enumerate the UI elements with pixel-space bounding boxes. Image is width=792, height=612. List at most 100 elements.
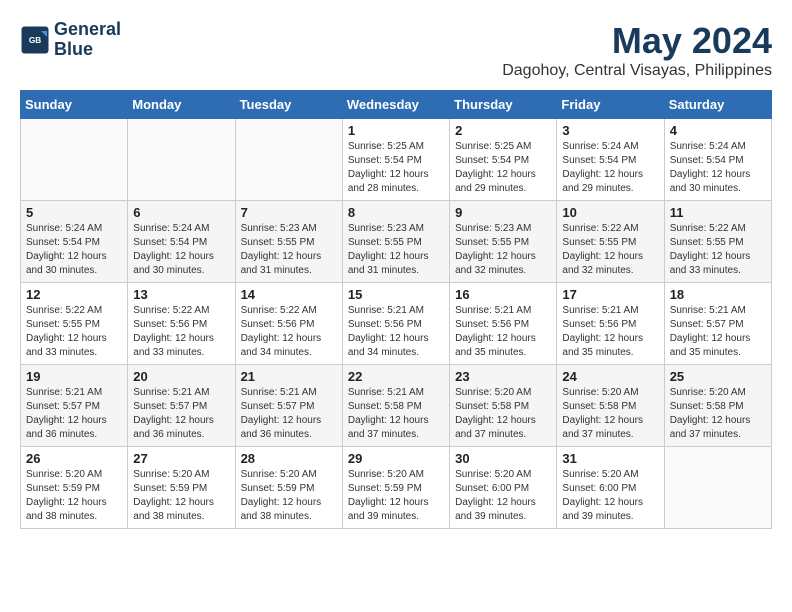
day-info: Sunrise: 5:21 AM Sunset: 5:56 PM Dayligh…: [348, 304, 444, 360]
weekday-header: Thursday: [450, 91, 557, 119]
calendar-day-cell: 7 Sunrise: 5:23 AM Sunset: 5:55 PM Daylig…: [235, 201, 342, 283]
day-number: 7: [241, 205, 337, 220]
day-number: 18: [670, 287, 766, 302]
calendar-day-cell: 21 Sunrise: 5:21 AM Sunset: 5:57 PM Dayli…: [235, 365, 342, 447]
day-number: 21: [241, 369, 337, 384]
month-title: May 2024: [502, 20, 772, 62]
calendar-day-cell: 25 Sunrise: 5:20 AM Sunset: 5:58 PM Dayli…: [664, 365, 771, 447]
day-number: 6: [133, 205, 229, 220]
logo-icon: GB: [20, 25, 50, 55]
calendar-day-cell: 20 Sunrise: 5:21 AM Sunset: 5:57 PM Dayli…: [128, 365, 235, 447]
calendar-day-cell: 4 Sunrise: 5:24 AM Sunset: 5:54 PM Daylig…: [664, 119, 771, 201]
calendar-day-cell: 10Sunrise: 5:22 AM Sunset: 5:55 PM Dayli…: [557, 201, 664, 283]
day-number: 11: [670, 205, 766, 220]
calendar-day-cell: 27 Sunrise: 5:20 AM Sunset: 5:59 PM Dayli…: [128, 447, 235, 529]
day-number: 2: [455, 123, 551, 138]
day-info: Sunrise: 5:24 AM Sunset: 5:54 PM Dayligh…: [562, 140, 658, 196]
day-number: 3: [562, 123, 658, 138]
calendar-day-cell: 26 Sunrise: 5:20 AM Sunset: 5:59 PM Dayli…: [21, 447, 128, 529]
calendar-day-cell: 3 Sunrise: 5:24 AM Sunset: 5:54 PM Daylig…: [557, 119, 664, 201]
calendar-week-row: 26 Sunrise: 5:20 AM Sunset: 5:59 PM Dayli…: [21, 447, 772, 529]
day-number: 19: [26, 369, 122, 384]
day-number: 31: [562, 451, 658, 466]
day-info: Sunrise: 5:25 AM Sunset: 5:54 PM Dayligh…: [348, 140, 444, 196]
weekday-row: SundayMondayTuesdayWednesdayThursdayFrid…: [21, 91, 772, 119]
day-info: Sunrise: 5:22 AM Sunset: 5:55 PM Dayligh…: [26, 304, 122, 360]
day-number: 16: [455, 287, 551, 302]
calendar-day-cell: [21, 119, 128, 201]
calendar-day-cell: 30 Sunrise: 5:20 AM Sunset: 6:00 PM Dayli…: [450, 447, 557, 529]
calendar-day-cell: 17Sunrise: 5:21 AM Sunset: 5:56 PM Dayli…: [557, 283, 664, 365]
day-number: 14: [241, 287, 337, 302]
location: Dagohoy, Central Visayas, Philippines: [502, 62, 772, 80]
calendar-day-cell: 22Sunrise: 5:21 AM Sunset: 5:58 PM Dayli…: [342, 365, 449, 447]
day-info: Sunrise: 5:22 AM Sunset: 5:56 PM Dayligh…: [241, 304, 337, 360]
calendar-day-cell: 5 Sunrise: 5:24 AM Sunset: 5:54 PM Daylig…: [21, 201, 128, 283]
day-info: Sunrise: 5:20 AM Sunset: 5:59 PM Dayligh…: [133, 468, 229, 524]
day-info: Sunrise: 5:20 AM Sunset: 5:58 PM Dayligh…: [670, 386, 766, 442]
day-info: Sunrise: 5:21 AM Sunset: 5:57 PM Dayligh…: [670, 304, 766, 360]
calendar-day-cell: [664, 447, 771, 529]
day-info: Sunrise: 5:24 AM Sunset: 5:54 PM Dayligh…: [26, 222, 122, 278]
day-info: Sunrise: 5:20 AM Sunset: 5:59 PM Dayligh…: [348, 468, 444, 524]
day-info: Sunrise: 5:20 AM Sunset: 5:58 PM Dayligh…: [562, 386, 658, 442]
day-info: Sunrise: 5:20 AM Sunset: 5:59 PM Dayligh…: [26, 468, 122, 524]
calendar-header: SundayMondayTuesdayWednesdayThursdayFrid…: [21, 91, 772, 119]
day-number: 24: [562, 369, 658, 384]
calendar-day-cell: [235, 119, 342, 201]
day-number: 1: [348, 123, 444, 138]
weekday-header: Saturday: [664, 91, 771, 119]
calendar-week-row: 12 Sunrise: 5:22 AM Sunset: 5:55 PM Dayli…: [21, 283, 772, 365]
weekday-header: Sunday: [21, 91, 128, 119]
day-info: Sunrise: 5:20 AM Sunset: 6:00 PM Dayligh…: [455, 468, 551, 524]
day-number: 26: [26, 451, 122, 466]
calendar-day-cell: 1 Sunrise: 5:25 AM Sunset: 5:54 PM Daylig…: [342, 119, 449, 201]
weekday-header: Wednesday: [342, 91, 449, 119]
day-info: Sunrise: 5:21 AM Sunset: 5:57 PM Dayligh…: [133, 386, 229, 442]
calendar-day-cell: 16Sunrise: 5:21 AM Sunset: 5:56 PM Dayli…: [450, 283, 557, 365]
day-info: Sunrise: 5:22 AM Sunset: 5:56 PM Dayligh…: [133, 304, 229, 360]
day-info: Sunrise: 5:23 AM Sunset: 5:55 PM Dayligh…: [241, 222, 337, 278]
day-number: 22: [348, 369, 444, 384]
page-header: GB General Blue May 2024 Dagohoy, Centra…: [20, 20, 772, 80]
svg-text:GB: GB: [29, 36, 41, 45]
day-number: 25: [670, 369, 766, 384]
calendar-day-cell: 6 Sunrise: 5:24 AM Sunset: 5:54 PM Daylig…: [128, 201, 235, 283]
calendar-day-cell: 12 Sunrise: 5:22 AM Sunset: 5:55 PM Dayli…: [21, 283, 128, 365]
day-number: 5: [26, 205, 122, 220]
day-number: 12: [26, 287, 122, 302]
day-number: 4: [670, 123, 766, 138]
day-info: Sunrise: 5:21 AM Sunset: 5:57 PM Dayligh…: [241, 386, 337, 442]
calendar-day-cell: 23Sunrise: 5:20 AM Sunset: 5:58 PM Dayli…: [450, 365, 557, 447]
day-number: 23: [455, 369, 551, 384]
logo: GB General Blue: [20, 20, 121, 60]
day-info: Sunrise: 5:24 AM Sunset: 5:54 PM Dayligh…: [670, 140, 766, 196]
logo-line1: General: [54, 20, 121, 40]
day-number: 17: [562, 287, 658, 302]
calendar-day-cell: 24 Sunrise: 5:20 AM Sunset: 5:58 PM Dayli…: [557, 365, 664, 447]
calendar-day-cell: 29Sunrise: 5:20 AM Sunset: 5:59 PM Dayli…: [342, 447, 449, 529]
calendar-day-cell: 11 Sunrise: 5:22 AM Sunset: 5:55 PM Dayli…: [664, 201, 771, 283]
day-number: 20: [133, 369, 229, 384]
day-number: 28: [241, 451, 337, 466]
day-number: 13: [133, 287, 229, 302]
day-info: Sunrise: 5:22 AM Sunset: 5:55 PM Dayligh…: [562, 222, 658, 278]
day-info: Sunrise: 5:24 AM Sunset: 5:54 PM Dayligh…: [133, 222, 229, 278]
calendar-day-cell: 13 Sunrise: 5:22 AM Sunset: 5:56 PM Dayli…: [128, 283, 235, 365]
day-info: Sunrise: 5:20 AM Sunset: 6:00 PM Dayligh…: [562, 468, 658, 524]
calendar-week-row: 1 Sunrise: 5:25 AM Sunset: 5:54 PM Daylig…: [21, 119, 772, 201]
day-number: 27: [133, 451, 229, 466]
day-info: Sunrise: 5:23 AM Sunset: 5:55 PM Dayligh…: [348, 222, 444, 278]
calendar-week-row: 19 Sunrise: 5:21 AM Sunset: 5:57 PM Dayli…: [21, 365, 772, 447]
day-info: Sunrise: 5:22 AM Sunset: 5:55 PM Dayligh…: [670, 222, 766, 278]
calendar-day-cell: 18 Sunrise: 5:21 AM Sunset: 5:57 PM Dayli…: [664, 283, 771, 365]
calendar-week-row: 5 Sunrise: 5:24 AM Sunset: 5:54 PM Daylig…: [21, 201, 772, 283]
day-info: Sunrise: 5:20 AM Sunset: 5:59 PM Dayligh…: [241, 468, 337, 524]
calendar-day-cell: 8Sunrise: 5:23 AM Sunset: 5:55 PM Daylig…: [342, 201, 449, 283]
weekday-header: Monday: [128, 91, 235, 119]
logo-line2: Blue: [54, 40, 121, 60]
weekday-header: Friday: [557, 91, 664, 119]
calendar-day-cell: 15Sunrise: 5:21 AM Sunset: 5:56 PM Dayli…: [342, 283, 449, 365]
day-number: 30: [455, 451, 551, 466]
calendar-day-cell: 19Sunrise: 5:21 AM Sunset: 5:57 PM Dayli…: [21, 365, 128, 447]
